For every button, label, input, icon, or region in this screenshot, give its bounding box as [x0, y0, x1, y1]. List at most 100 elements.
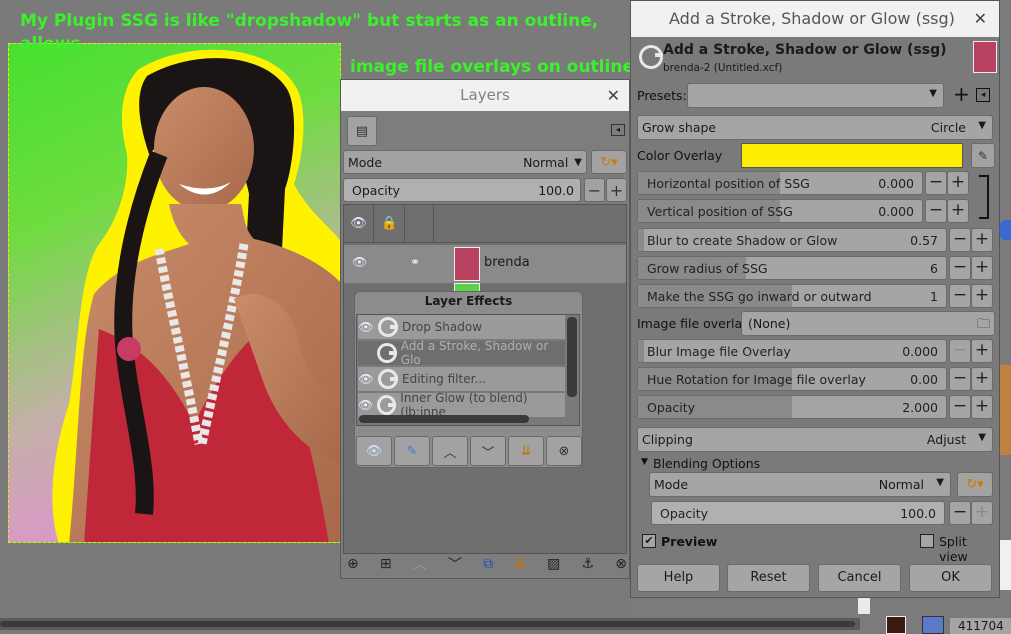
expander-arrow-icon[interactable]: ▼ [641, 457, 648, 467]
mode-reset-icon[interactable]: ↻▾ [591, 150, 627, 174]
grow-radius-slider[interactable]: Grow radius of SSG 6 [637, 256, 947, 280]
minus-button[interactable]: − [949, 501, 971, 525]
fg-color-swatch[interactable] [886, 616, 906, 634]
plus-button[interactable]: + [971, 501, 993, 525]
presets-select[interactable]: ▼ [687, 83, 944, 108]
raise-effect-icon[interactable]: ︿ [432, 436, 468, 466]
folder-icon[interactable]: 🗀 [977, 315, 990, 337]
color-picker-icon[interactable]: ✎ [971, 143, 995, 168]
effects-horizontal-scrollbar[interactable] [359, 415, 529, 423]
ok-button[interactable]: OK [909, 564, 992, 592]
toggle-visibility-icon[interactable]: 👁 [356, 436, 392, 466]
tab-menu-icon[interactable]: ◂ [611, 124, 625, 136]
canvas-image[interactable] [8, 43, 341, 543]
vertical-scrollbar-thumb[interactable] [858, 598, 870, 614]
inward-outward-slider[interactable]: Make the SSG go inward or outward 1 [637, 284, 947, 308]
cancel-button[interactable]: Cancel [818, 564, 901, 592]
add-preset-icon[interactable]: + [953, 82, 970, 106]
layer-thumbnail [454, 247, 480, 281]
effects-icon[interactable]: ⚭ [410, 255, 420, 269]
edit-effect-icon[interactable]: ✎ [394, 436, 430, 466]
slider-label: Make the SSG go inward or outward [647, 289, 872, 304]
minus-button[interactable]: − [949, 256, 971, 280]
blending-options-label[interactable]: Blending Options [653, 456, 760, 471]
plus-button[interactable]: + [947, 171, 969, 195]
effect-row-ssg[interactable]: 👁Add a Stroke, Shadow or Glo [358, 339, 565, 367]
plus-button[interactable]: + [971, 367, 993, 391]
new-layer-icon[interactable]: ⊕ [347, 556, 359, 572]
plus-button[interactable]: + [971, 395, 993, 419]
color-overlay-swatch[interactable] [741, 143, 963, 168]
hue-rotation-slider[interactable]: Hue Rotation for Image file overlay 0.00 [637, 367, 947, 391]
effect-row-drop-shadow[interactable]: 👁 Drop Shadow [358, 315, 565, 339]
remove-effect-icon[interactable]: ⊗ [546, 436, 582, 466]
eye-icon[interactable]: 👁 [358, 372, 374, 386]
blend-opacity-slider[interactable]: Opacity 100.0 [651, 501, 945, 525]
layer-mode-select[interactable]: Mode Normal ▼ [343, 150, 587, 174]
minus-button[interactable]: − [949, 284, 971, 308]
opacity-plus-button[interactable]: + [606, 178, 627, 202]
blur-slider[interactable]: Blur to create Shadow or Glow 0.57 [637, 228, 947, 252]
lower-effect-icon[interactable]: ﹀ [470, 436, 506, 466]
blend-reset-icon[interactable]: ↻▾ [957, 472, 993, 497]
layers-tab-icon[interactable]: ▤ [347, 116, 377, 146]
help-button[interactable]: Help [637, 564, 720, 592]
slider-value: 0.000 [902, 344, 938, 359]
close-icon[interactable]: ✕ [974, 1, 987, 37]
opacity-minus-button[interactable]: − [584, 178, 605, 202]
plus-button[interactable]: + [971, 256, 993, 280]
blur-overlay-slider[interactable]: Blur Image file Overlay 0.000 [637, 339, 947, 363]
chain-link-icon[interactable] [979, 175, 989, 219]
minus-button[interactable]: − [949, 228, 971, 252]
horizontal-scrollbar[interactable] [0, 618, 860, 630]
minus-button[interactable]: − [925, 199, 947, 223]
image-overlay-file-chooser[interactable]: (None) 🗀 [741, 311, 995, 336]
visibility-header-icon[interactable]: 👁 [344, 205, 374, 243]
eye-icon[interactable]: 👁 [352, 255, 367, 269]
blend-mode-value: Normal [878, 477, 924, 492]
gegl-icon [378, 369, 398, 389]
lock-header-icon[interactable]: 🔒 [375, 205, 405, 243]
navigate-icon[interactable] [922, 616, 944, 634]
new-group-icon[interactable]: ⊞ [380, 556, 392, 572]
layers-title-bar: Layers ✕ [341, 80, 629, 111]
minus-button[interactable]: − [949, 339, 971, 363]
slider-label: Grow radius of SSG [647, 261, 768, 276]
preset-menu-icon[interactable]: ◂ [976, 88, 990, 102]
blend-mode-select[interactable]: Mode Normal ▼ [649, 472, 951, 497]
close-icon[interactable]: ✕ [607, 80, 620, 111]
layer-name[interactable]: brenda [484, 255, 530, 270]
lower-layer-icon[interactable]: ﹀ [448, 554, 462, 574]
layer-row[interactable]: 👁 ⚭ brenda [344, 245, 626, 283]
grow-shape-value: Circle [930, 120, 966, 135]
effects-vertical-scrollbar[interactable] [567, 317, 577, 397]
plus-button[interactable]: + [971, 339, 993, 363]
slider-value: 0.000 [878, 204, 914, 219]
eye-icon[interactable]: 👁 [358, 398, 373, 412]
effect-row-editing-filter[interactable]: 👁 Editing filter... [358, 367, 565, 391]
layer-opacity-slider[interactable]: Opacity 100.0 [343, 178, 581, 202]
plus-button[interactable]: + [971, 284, 993, 308]
horizontal-position-slider[interactable]: Horizontal position of SSG 0.000 [637, 171, 923, 195]
preview-checkbox[interactable]: ✔ [642, 534, 656, 548]
split-view-checkbox[interactable] [920, 534, 934, 548]
opacity-slider[interactable]: Opacity 2.000 [637, 395, 947, 419]
mask-icon[interactable]: ▨ [547, 556, 560, 572]
raise-layer-icon[interactable]: ︿ [413, 554, 427, 574]
merge-effects-icon[interactable]: ⇊ [508, 436, 544, 466]
plus-button[interactable]: + [947, 199, 969, 223]
vertical-position-slider[interactable]: Vertical position of SSG 0.000 [637, 199, 923, 223]
minus-button[interactable]: − [925, 171, 947, 195]
delete-layer-icon[interactable]: ⊗ [615, 556, 627, 572]
eye-icon[interactable]: 👁 [358, 320, 374, 334]
merge-layer-icon[interactable]: ⇊ [514, 556, 526, 572]
anchor-icon[interactable]: ⚓ [582, 556, 595, 572]
minus-button[interactable]: − [949, 395, 971, 419]
clipping-select[interactable]: Clipping Adjust ▼ [637, 427, 993, 452]
minus-button[interactable]: − [949, 367, 971, 391]
effect-row-inner-glow[interactable]: 👁 Inner Glow (to blend) (lb:inne [358, 391, 565, 419]
reset-button[interactable]: Reset [727, 564, 810, 592]
duplicate-layer-icon[interactable]: ⧉ [483, 556, 493, 572]
grow-shape-select[interactable]: Grow shape Circle ▼ [637, 115, 993, 140]
plus-button[interactable]: + [971, 228, 993, 252]
